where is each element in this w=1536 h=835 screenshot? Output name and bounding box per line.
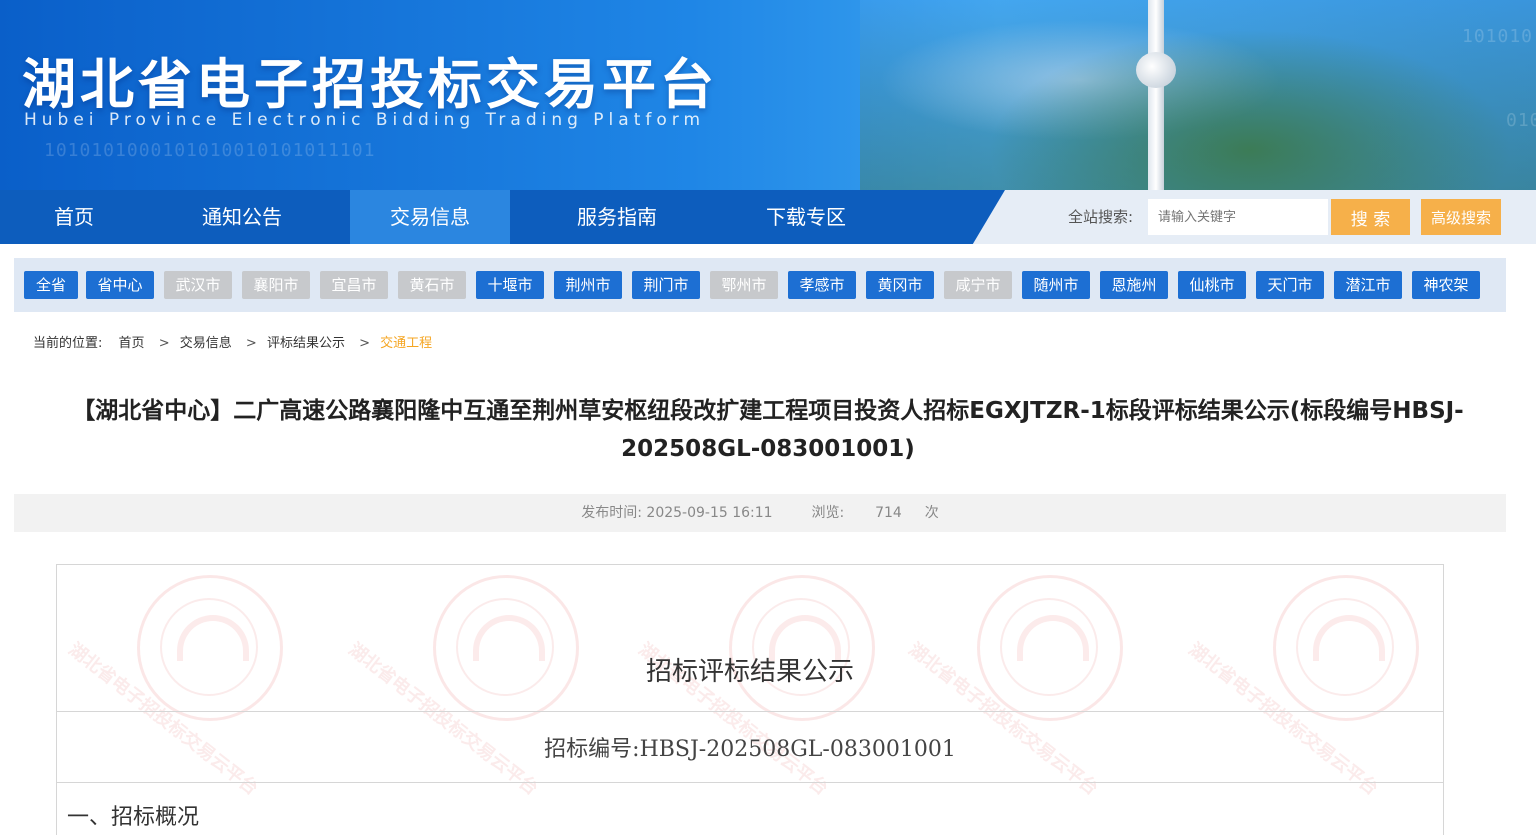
region-tab-xiaogan[interactable]: 孝感市 [788, 271, 856, 299]
breadcrumb-prefix: 当前的位置: [33, 336, 103, 351]
publish-time-value: 2025-09-15 16:11 [646, 505, 773, 521]
breadcrumb: 当前的位置: 首页 > 交易信息 > 评标结果公示 > 交通工程 [33, 333, 432, 355]
nav-item-downloads[interactable]: 下载专区 [724, 190, 888, 244]
publish-time-label: 发布时间: [581, 505, 642, 521]
site-subtitle: Hubei Province Electronic Bidding Tradin… [24, 110, 706, 130]
region-tab-huanggang[interactable]: 黄冈市 [866, 271, 934, 299]
region-tab-xiangyang[interactable]: 襄阳市 [242, 271, 310, 299]
region-tab-shennongjia[interactable]: 神农架 [1412, 271, 1480, 299]
breadcrumb-link-home[interactable]: 首页 [119, 333, 145, 355]
region-tab-suizhou[interactable]: 随州市 [1022, 271, 1090, 299]
breadcrumb-current-transport[interactable]: 交通工程 [380, 333, 432, 355]
region-tab-xianning[interactable]: 咸宁市 [944, 271, 1012, 299]
banner-binary-decoration: 101010 [1462, 26, 1534, 47]
document-row-divider [57, 782, 1443, 783]
site-title: 湖北省电子招投标交易平台 [22, 53, 718, 116]
banner-tower-top-image [1136, 52, 1176, 88]
views-label: 浏览: [811, 505, 845, 521]
article-title-line-2: 202508GL-083001001) [621, 436, 915, 462]
announcement-document: 湖北省电子招投标交易云平台 湖北省电子招投标交易云平台 湖北省电子招投标交易云平… [56, 564, 1444, 835]
region-tab-jingzhou[interactable]: 荆州市 [554, 271, 622, 299]
banner-cityscape-image [860, 0, 1536, 190]
advanced-search-button[interactable]: 高级搜索 [1421, 199, 1501, 235]
breadcrumb-link-evaluation-results[interactable]: 评标结果公示 [267, 333, 345, 355]
region-tab-huangshi[interactable]: 黄石市 [398, 271, 466, 299]
nav-item-notices[interactable]: 通知公告 [148, 190, 336, 244]
region-tab-all-province[interactable]: 全省 [24, 271, 78, 299]
search-label: 全站搜索: [1068, 208, 1134, 226]
search-input[interactable] [1148, 199, 1328, 235]
article-title-line-1: 【湖北省中心】二广高速公路襄阳隆中互通至荆州草安枢纽段改扩建工程项目投资人招标E… [72, 398, 1464, 424]
article-title: 【湖北省中心】二广高速公路襄阳隆中互通至荆州草安枢纽段改扩建工程项目投资人招标E… [30, 392, 1506, 468]
document-row-divider [57, 711, 1443, 712]
region-tab-jingmen[interactable]: 荆门市 [632, 271, 700, 299]
breadcrumb-link-trading-info[interactable]: 交易信息 [180, 333, 232, 355]
breadcrumb-separator: > [158, 336, 170, 351]
document-heading: 招标评标结果公示 [645, 657, 854, 687]
nav-item-trading-info[interactable]: 交易信息 [350, 190, 510, 244]
banner-binary-decoration: 010 [1506, 110, 1536, 131]
region-tab-shiyan[interactable]: 十堰市 [476, 271, 544, 299]
region-tab-yichang[interactable]: 宜昌市 [320, 271, 388, 299]
region-tab-qianjiang[interactable]: 潜江市 [1334, 271, 1402, 299]
section-heading-overview: 一、招标概况 [67, 805, 200, 830]
region-tab-enshi[interactable]: 恩施州 [1100, 271, 1168, 299]
region-tab-provincial-center[interactable]: 省中心 [86, 271, 154, 299]
breadcrumb-separator: > [245, 336, 257, 351]
region-filter-bar: 全省 省中心 武汉市 襄阳市 宜昌市 黄石市 十堰市 荆州市 荆门市 鄂州市 孝… [14, 258, 1506, 312]
tender-code-line: 招标编号:HBSJ-202508GL-083001001 [544, 737, 956, 762]
search-button[interactable]: 搜 索 [1331, 199, 1410, 235]
banner-tower-image [1148, 0, 1164, 190]
site-banner: 1010101000101010010101011101 101010 010 … [0, 0, 1536, 190]
nav-item-home[interactable]: 首页 [0, 190, 148, 244]
nav-item-service-guide[interactable]: 服务指南 [535, 190, 699, 244]
views-count: 714 [875, 505, 902, 521]
region-tab-ezhou[interactable]: 鄂州市 [710, 271, 778, 299]
banner-binary-decoration: 1010101000101010010101011101 [44, 140, 376, 161]
region-tab-tianmen[interactable]: 天门市 [1256, 271, 1324, 299]
article-meta-bar: 发布时间: 2025-09-15 16:11 浏览: 714 次 [14, 494, 1506, 532]
breadcrumb-separator: > [359, 336, 370, 351]
region-tab-xiantao[interactable]: 仙桃市 [1178, 271, 1246, 299]
views-unit: 次 [924, 505, 939, 521]
region-tab-wuhan[interactable]: 武汉市 [164, 271, 232, 299]
